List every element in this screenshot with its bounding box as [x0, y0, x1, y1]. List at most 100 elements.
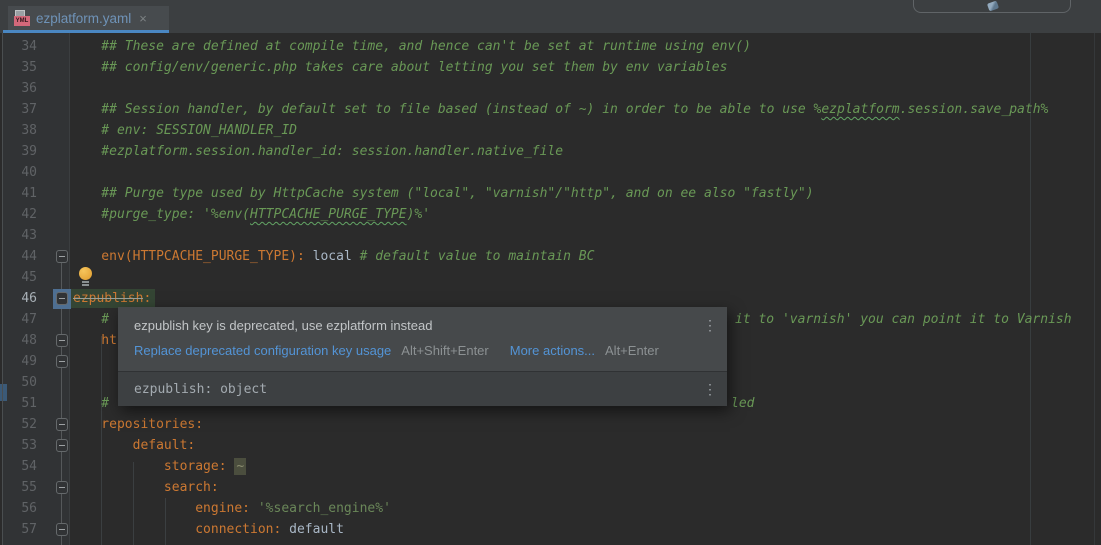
fold-marker-icon[interactable]: [56, 292, 68, 305]
line-number: 52: [9, 414, 37, 435]
code-segment: ## Purge type used by HttpCache system (…: [70, 186, 814, 201]
toolbar-widget[interactable]: [913, 0, 1071, 13]
code-line[interactable]: connection: default: [70, 519, 1101, 540]
editor-gutter: 3435363738394041424344454647484950515253…: [3, 33, 70, 545]
gutter-row: 49: [3, 351, 70, 372]
code-editor[interactable]: 3435363738394041424344454647484950515253…: [0, 33, 1101, 545]
code-line[interactable]: #ezplatform.session.handler_id: session.…: [70, 141, 1101, 162]
gutter-row: 47: [3, 309, 70, 330]
gutter-row: 40: [3, 162, 70, 183]
editor-tab-bar: YML ezplatform.yaml ×: [0, 0, 1101, 33]
fold-marker-icon[interactable]: [56, 334, 68, 347]
window-edge-line: [2, 33, 3, 545]
yaml-file-icon: YML: [14, 10, 30, 26]
code-segment: ezplatform: [821, 102, 899, 117]
code-segment: ## Session handler, by default set to fi…: [70, 102, 821, 117]
code-segment: ## config/env/generic.php takes care abo…: [70, 60, 727, 75]
line-number: 41: [9, 183, 37, 204]
code-segment: .session.save_path%: [900, 102, 1049, 117]
code-line[interactable]: [70, 78, 1101, 99]
fold-marker-icon[interactable]: [56, 250, 68, 263]
tab-title: ezplatform.yaml: [36, 11, 131, 26]
code-segment: # env: SESSION_HANDLER_ID: [70, 123, 297, 138]
code-line[interactable]: storage: ~: [70, 456, 1101, 477]
more-actions-link[interactable]: More actions...: [510, 343, 595, 358]
line-number: 34: [9, 36, 37, 57]
line-number: 38: [9, 120, 37, 141]
code-segment: ## These are defined at compile time, an…: [70, 39, 751, 54]
gutter-row: 38: [3, 120, 70, 141]
popup-doc-menu-icon[interactable]: ⋮: [703, 382, 717, 396]
code-line[interactable]: [70, 267, 1101, 288]
code-line[interactable]: [70, 225, 1101, 246]
tab-close-icon[interactable]: ×: [139, 11, 147, 26]
replace-action-link[interactable]: Replace deprecated configuration key usa…: [134, 343, 391, 358]
line-number: 46: [9, 288, 37, 309]
fold-marker-icon[interactable]: [56, 439, 68, 452]
line-number: 54: [9, 456, 37, 477]
code-segment: HTTPCACHE_PURGE_TYPE: [250, 207, 407, 222]
gutter-row: 54: [3, 456, 70, 477]
code-segment: ht: [70, 333, 117, 348]
fold-marker-icon[interactable]: [56, 481, 68, 494]
popup-doc-section: ezpublish: object ⋮: [118, 371, 727, 406]
popup-menu-icon[interactable]: ⋮: [703, 318, 717, 332]
code-line[interactable]: search:: [70, 477, 1101, 498]
line-number: 51: [9, 393, 37, 414]
code-segment: :: [143, 289, 155, 308]
line-number: 47: [9, 309, 37, 330]
code-segment: default:: [70, 438, 195, 453]
code-segment: ezpublish: [70, 289, 143, 308]
deprecation-popup: ezpublish key is deprecated, use ezplatf…: [118, 307, 727, 406]
line-number: 56: [9, 498, 37, 519]
tab-ezplatform-yaml[interactable]: YML ezplatform.yaml ×: [8, 6, 169, 30]
gutter-row: 52: [3, 414, 70, 435]
line-number: 44: [9, 246, 37, 267]
popup-title: ezpublish key is deprecated, use ezplatf…: [134, 318, 715, 333]
gutter-row: 57: [3, 519, 70, 540]
gutter-row: 56: [3, 498, 70, 519]
code-line[interactable]: engine: '%search_engine%': [70, 498, 1101, 519]
intention-lightbulb-icon[interactable]: [78, 267, 94, 288]
code-segment: #: [70, 396, 117, 411]
gutter-row: 34: [3, 36, 70, 57]
code-line[interactable]: ## Purge type used by HttpCache system (…: [70, 183, 1101, 204]
code-line[interactable]: ## config/env/generic.php takes care abo…: [70, 57, 1101, 78]
line-number: 49: [9, 351, 37, 372]
code-segment: it to 'varnish' you can point it to Varn…: [735, 309, 1072, 330]
gutter-row: 39: [3, 141, 70, 162]
gutter-row: 42: [3, 204, 70, 225]
fold-marker-icon[interactable]: [56, 418, 68, 431]
code-segment: storage:: [70, 459, 234, 474]
code-line[interactable]: ## Session handler, by default set to fi…: [70, 99, 1101, 120]
code-segment: local: [305, 249, 360, 264]
gutter-row: 45: [3, 267, 70, 288]
code-segment: ~: [234, 458, 246, 475]
popup-doc-text: ezpublish: object: [134, 382, 267, 397]
line-number: 37: [9, 99, 37, 120]
code-segment: #purge_type: '%env(: [70, 207, 250, 222]
fold-marker-icon[interactable]: [56, 355, 68, 368]
gutter-row: 48: [3, 330, 70, 351]
fold-marker-icon[interactable]: [56, 523, 68, 536]
line-number: 43: [9, 225, 37, 246]
line-number: 57: [9, 519, 37, 540]
code-segment: #: [70, 312, 117, 327]
gutter-row: 43: [3, 225, 70, 246]
code-line[interactable]: ezpublish:: [70, 288, 1101, 309]
code-line[interactable]: ## These are defined at compile time, an…: [70, 36, 1101, 57]
line-number: 39: [9, 141, 37, 162]
code-line[interactable]: #purge_type: '%env(HTTPCACHE_PURGE_TYPE)…: [70, 204, 1101, 225]
toolbar-widget-icon: [987, 1, 999, 12]
gutter-row: 37: [3, 99, 70, 120]
gutter-row: 53: [3, 435, 70, 456]
code-line[interactable]: [70, 162, 1101, 183]
code-line[interactable]: default:: [70, 435, 1101, 456]
code-line[interactable]: env(HTTPCACHE_PURGE_TYPE): local # defau…: [70, 246, 1101, 267]
code-line[interactable]: repositories:: [70, 414, 1101, 435]
line-number: 50: [9, 372, 37, 393]
replace-action-shortcut: Alt+Shift+Enter: [401, 343, 488, 358]
code-line[interactable]: # env: SESSION_HANDLER_ID: [70, 120, 1101, 141]
popup-message-section: ezpublish key is deprecated, use ezplatf…: [118, 307, 727, 371]
code-segment: # default value to maintain BC: [360, 249, 595, 264]
